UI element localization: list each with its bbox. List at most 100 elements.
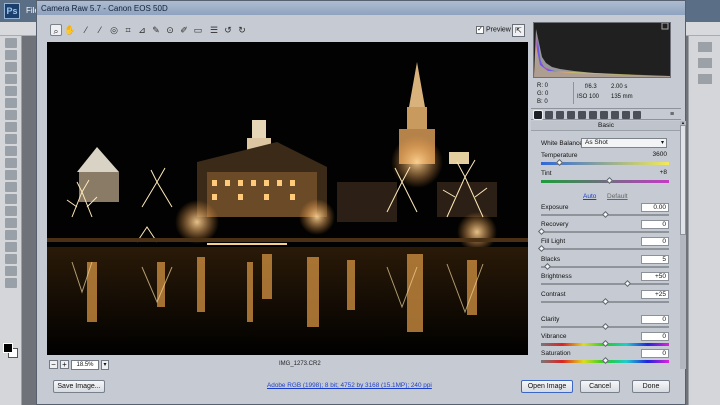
fill-light-slider-track[interactable] (541, 248, 669, 250)
saturation-label: Saturation (541, 350, 571, 357)
tab-hsl-icon[interactable] (567, 111, 575, 119)
save-image-button[interactable]: Save Image... (53, 380, 105, 393)
contrast-slider-handle[interactable] (601, 297, 610, 306)
straighten-tool-icon[interactable]: ⊿ (136, 24, 148, 36)
done-button[interactable]: Done (632, 380, 670, 393)
color-sampler-tool-icon[interactable]: ⁄ (94, 24, 106, 36)
tab-snapshots-icon[interactable] (633, 111, 641, 119)
crop-tool-icon[interactable] (4, 86, 17, 96)
zoom-level-field[interactable]: 18.5% (71, 360, 99, 370)
tab-tone-curve-icon[interactable] (545, 111, 553, 119)
zoom-tool-icon[interactable] (4, 278, 17, 288)
image-preview[interactable] (47, 42, 528, 355)
zoom-dropdown-chevron-icon[interactable]: ▾ (101, 360, 109, 370)
tab-lens-corrections-icon[interactable] (589, 111, 597, 119)
fullscreen-toggle-icon[interactable]: ⇱ (512, 24, 525, 37)
brush-tool-icon[interactable] (4, 122, 17, 132)
vibrance-value-field[interactable]: 0 (641, 332, 669, 341)
preferences-icon[interactable]: ☰ (208, 24, 220, 36)
dodge-tool-icon[interactable] (4, 194, 17, 204)
crop-tool-icon[interactable]: ⌗ (122, 24, 134, 36)
panel-dock-button[interactable] (697, 58, 712, 68)
hand-tool-icon[interactable] (4, 266, 17, 276)
history-brush-tool-icon[interactable] (4, 146, 17, 156)
fill-light-value-field[interactable]: 0 (641, 237, 669, 246)
eyedropper-tool-icon[interactable] (4, 98, 17, 108)
tint-value-field[interactable]: +8 (641, 169, 669, 178)
spot-removal-tool-icon[interactable]: ✎ (150, 24, 162, 36)
open-image-button[interactable]: Open Image (521, 380, 573, 393)
rotate-ccw-icon[interactable]: ↺ (222, 24, 234, 36)
pen-tool-icon[interactable] (4, 206, 17, 216)
cancel-button[interactable]: Cancel (580, 380, 620, 393)
exposure-value-field[interactable]: 0.00 (641, 203, 669, 212)
contrast-label: Contrast (541, 291, 566, 298)
exposure-slider-handle[interactable] (601, 210, 610, 219)
3d-tool-icon[interactable] (4, 254, 17, 264)
zoom-tool-icon[interactable]: ⌕ (50, 24, 62, 36)
contrast-value-field[interactable]: +25 (641, 290, 669, 299)
panel-menu-icon[interactable]: ≡ (670, 111, 678, 119)
eraser-tool-icon[interactable] (4, 158, 17, 168)
scrollbar-thumb[interactable] (680, 125, 686, 235)
recovery-row: Recovery 0 (537, 220, 669, 238)
camera-info: R: 0 G: 0 B: 0 f/6.3 2.00 s ISO 100 135 mm (533, 80, 671, 106)
tab-presets-icon[interactable] (622, 111, 630, 119)
hand-tool-icon[interactable]: ✋ (64, 24, 76, 36)
brightness-slider-handle[interactable] (623, 279, 631, 288)
panel-dock-button[interactable] (697, 74, 712, 84)
brightness-value-field[interactable]: +50 (641, 272, 669, 281)
panel-header: Basic (531, 121, 681, 131)
default-link[interactable]: Default (607, 193, 628, 200)
clarity-row: Clarity 0 (541, 315, 669, 333)
recovery-slider-track[interactable] (541, 231, 669, 233)
lasso-tool-icon[interactable] (4, 62, 17, 72)
white-balance-tool-icon[interactable]: ⁄ (80, 24, 92, 36)
white-balance-select[interactable]: As Shot ▾ (581, 138, 667, 148)
panel-scrollbar[interactable]: ▲ (680, 121, 686, 369)
graduated-filter-tool-icon[interactable]: ▭ (192, 24, 204, 36)
move-tool-icon[interactable] (4, 38, 17, 48)
night-scene-image (47, 42, 528, 355)
path-select-tool-icon[interactable] (4, 230, 17, 240)
zoom-out-button[interactable]: − (49, 360, 58, 369)
tab-split-toning-icon[interactable] (578, 111, 586, 119)
workflow-options-link[interactable]: Adobe RGB (1998); 8 bit; 4752 by 3168 (1… (267, 382, 432, 389)
gradient-tool-icon[interactable] (4, 170, 17, 180)
tab-camera-calibration-icon[interactable] (611, 111, 619, 119)
recovery-value-field[interactable]: 0 (641, 220, 669, 229)
panel-dock-button[interactable] (697, 42, 712, 52)
auto-link[interactable]: Auto (583, 193, 596, 200)
temperature-value-field[interactable]: 3600 (641, 151, 669, 160)
adjustment-brush-tool-icon[interactable]: ✐ (178, 24, 190, 36)
brightness-slider-track[interactable] (541, 283, 669, 285)
tab-basic-icon[interactable] (533, 110, 543, 120)
healing-tool-icon[interactable] (4, 110, 17, 120)
tab-effects-icon[interactable] (600, 111, 608, 119)
marquee-tool-icon[interactable] (4, 50, 17, 60)
blacks-slider-track[interactable] (541, 266, 669, 268)
clarity-slider-handle[interactable] (601, 322, 610, 331)
green-value: 0 (545, 91, 549, 97)
preview-checkbox[interactable]: ✓ (476, 26, 484, 34)
zoom-in-button[interactable]: + (60, 360, 69, 369)
type-tool-icon[interactable] (4, 218, 17, 228)
rotate-cw-icon[interactable]: ↻ (236, 24, 248, 36)
saturation-value-field[interactable]: 0 (641, 349, 669, 358)
quick-select-tool-icon[interactable] (4, 74, 17, 84)
preview-toggle[interactable]: ✓ Preview (476, 26, 511, 34)
blacks-value-field[interactable]: 5 (641, 255, 669, 264)
photoshop-panel-dock (688, 36, 720, 405)
tab-detail-icon[interactable] (556, 111, 564, 119)
target-adjustment-tool-icon[interactable]: ◎ (108, 24, 120, 36)
vibrance-label: Vibrance (541, 333, 567, 340)
blacks-slider-handle[interactable] (544, 262, 552, 271)
exposure-label: Exposure (541, 204, 569, 211)
foreground-color-swatch[interactable] (3, 343, 13, 353)
blur-tool-icon[interactable] (4, 182, 17, 192)
clarity-value-field[interactable]: 0 (641, 315, 669, 324)
shape-tool-icon[interactable] (4, 242, 17, 252)
red-eye-tool-icon[interactable]: ⊙ (164, 24, 176, 36)
stamp-tool-icon[interactable] (4, 134, 17, 144)
temperature-row: Temperature 3600 (541, 151, 669, 169)
